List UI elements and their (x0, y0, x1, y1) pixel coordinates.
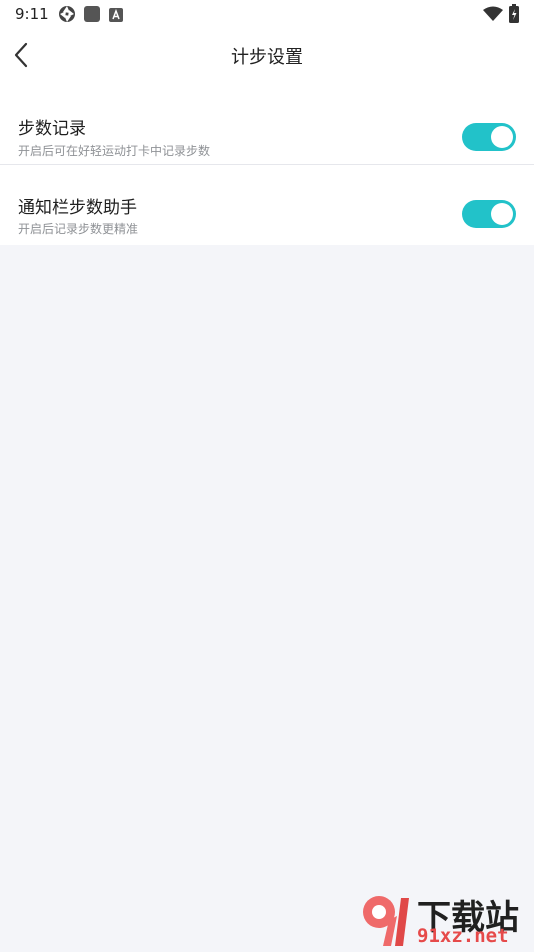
header-bar: 计步设置 (0, 28, 534, 84)
setting-title: 步数记录 (18, 119, 86, 139)
watermark: 下载站 91xz.net (359, 886, 534, 950)
setting-row-step-record: 步数记录 开启后可在好轻运动打卡中记录步数 (0, 84, 534, 164)
setting-row-notification-step-assistant: 通知栏步数助手 开启后记录步数更精准 (0, 164, 534, 245)
status-bar: 9:11 (0, 0, 534, 28)
page-title: 计步设置 (231, 47, 303, 68)
notification-step-toggle[interactable] (462, 200, 516, 228)
aperture-icon (58, 5, 76, 27)
app-square-icon (83, 5, 101, 27)
setting-title: 通知栏步数助手 (18, 198, 137, 218)
status-time: 9:11 (15, 5, 49, 23)
watermark-logo (359, 892, 415, 952)
toggle-knob (491, 203, 513, 225)
settings-list: 步数记录 开启后可在好轻运动打卡中记录步数 通知栏步数助手 开启后记录步数更精准 (0, 84, 534, 245)
wifi-icon (483, 6, 503, 26)
setting-subtitle: 开启后可在好轻运动打卡中记录步数 (18, 144, 211, 158)
a-letter-icon (109, 7, 123, 26)
setting-subtitle: 开启后记录步数更精准 (18, 222, 139, 236)
watermark-domain: 91xz.net (417, 925, 509, 947)
battery-charging-icon (508, 4, 520, 28)
toggle-knob (491, 126, 513, 148)
step-record-toggle[interactable] (462, 123, 516, 151)
